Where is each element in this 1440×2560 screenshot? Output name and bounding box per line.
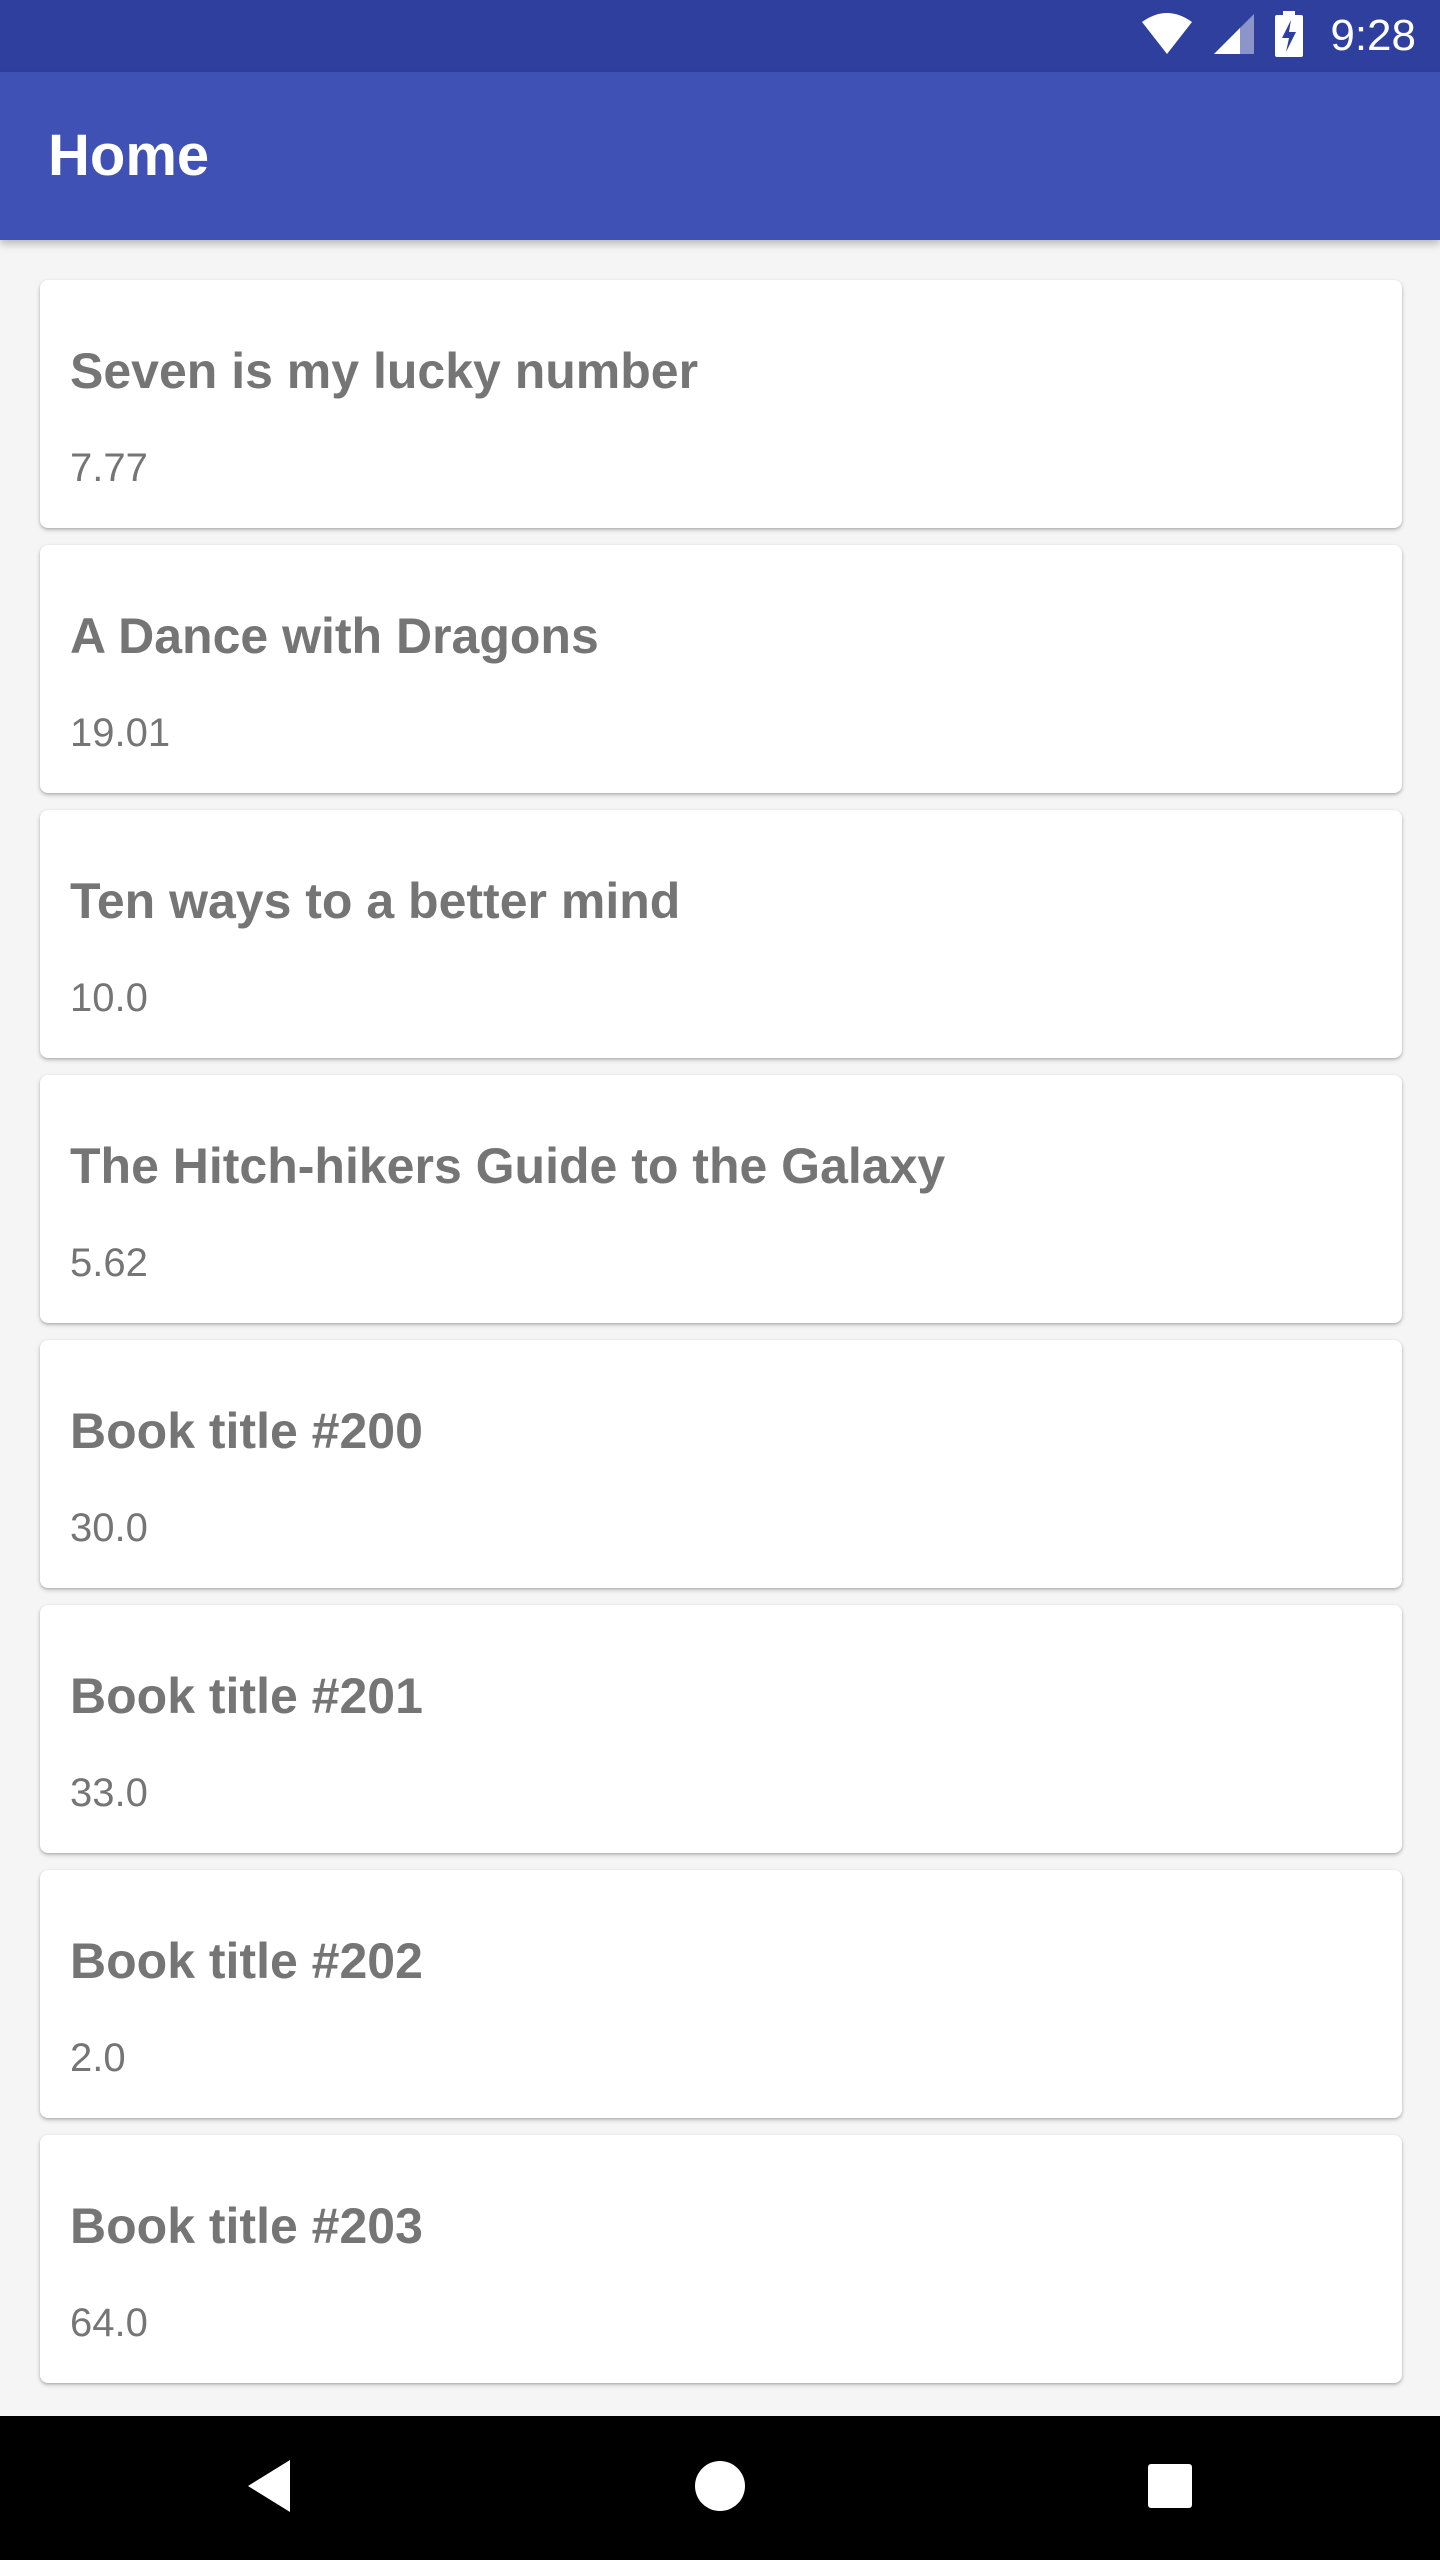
back-button[interactable] — [189, 2416, 349, 2560]
app-bar: Home — [0, 72, 1440, 240]
book-title: Book title #202 — [70, 1933, 423, 1989]
book-title: Book title #200 — [70, 1403, 423, 1459]
book-price: 2.0 — [70, 2036, 126, 2080]
book-price: 5.62 — [70, 1241, 148, 1285]
book-title: Book title #203 — [70, 2198, 423, 2254]
book-price: 64.0 — [70, 2301, 148, 2345]
status-bar: 9:28 — [0, 0, 1440, 72]
book-card[interactable]: Seven is my lucky number 7.77 — [40, 280, 1402, 528]
back-icon — [244, 2458, 294, 2519]
recents-icon — [1147, 2463, 1193, 2514]
home-icon — [694, 2460, 746, 2517]
home-button[interactable] — [640, 2416, 800, 2560]
recents-button[interactable] — [1090, 2416, 1250, 2560]
page-title: Home — [48, 123, 210, 188]
nav-bar — [0, 2416, 1440, 2560]
wifi-icon — [1140, 12, 1194, 61]
book-card[interactable]: Book title #202 2.0 — [40, 1870, 1402, 2118]
book-list[interactable]: Seven is my lucky number 7.77 A Dance wi… — [40, 280, 1402, 2400]
book-title: Seven is my lucky number — [70, 343, 699, 399]
book-price: 30.0 — [70, 1506, 148, 1550]
book-price: 7.77 — [70, 446, 148, 490]
cell-signal-icon — [1212, 12, 1256, 61]
book-card[interactable]: A Dance with Dragons 19.01 — [40, 545, 1402, 793]
book-price: 10.0 — [70, 976, 148, 1020]
book-card[interactable]: Book title #203 64.0 — [40, 2135, 1402, 2383]
book-title: The Hitch-hikers Guide to the Galaxy — [70, 1138, 946, 1194]
book-title: Ten ways to a better mind — [70, 873, 681, 929]
book-card[interactable]: Book title #201 33.0 — [40, 1605, 1402, 1853]
book-title: A Dance with Dragons — [70, 608, 599, 664]
status-icons: 9:28 — [1140, 0, 1416, 72]
screen: 9:28 Home Seven is my lucky number 7.77 … — [0, 0, 1440, 2560]
battery-charging-icon — [1274, 10, 1304, 62]
book-title: Book title #201 — [70, 1668, 423, 1724]
book-price: 19.01 — [70, 711, 171, 755]
book-card[interactable]: Ten ways to a better mind 10.0 — [40, 810, 1402, 1058]
book-card[interactable]: The Hitch-hikers Guide to the Galaxy 5.6… — [40, 1075, 1402, 1323]
status-time: 9:28 — [1330, 11, 1416, 60]
book-price: 33.0 — [70, 1771, 148, 1815]
book-card[interactable]: Book title #200 30.0 — [40, 1340, 1402, 1588]
